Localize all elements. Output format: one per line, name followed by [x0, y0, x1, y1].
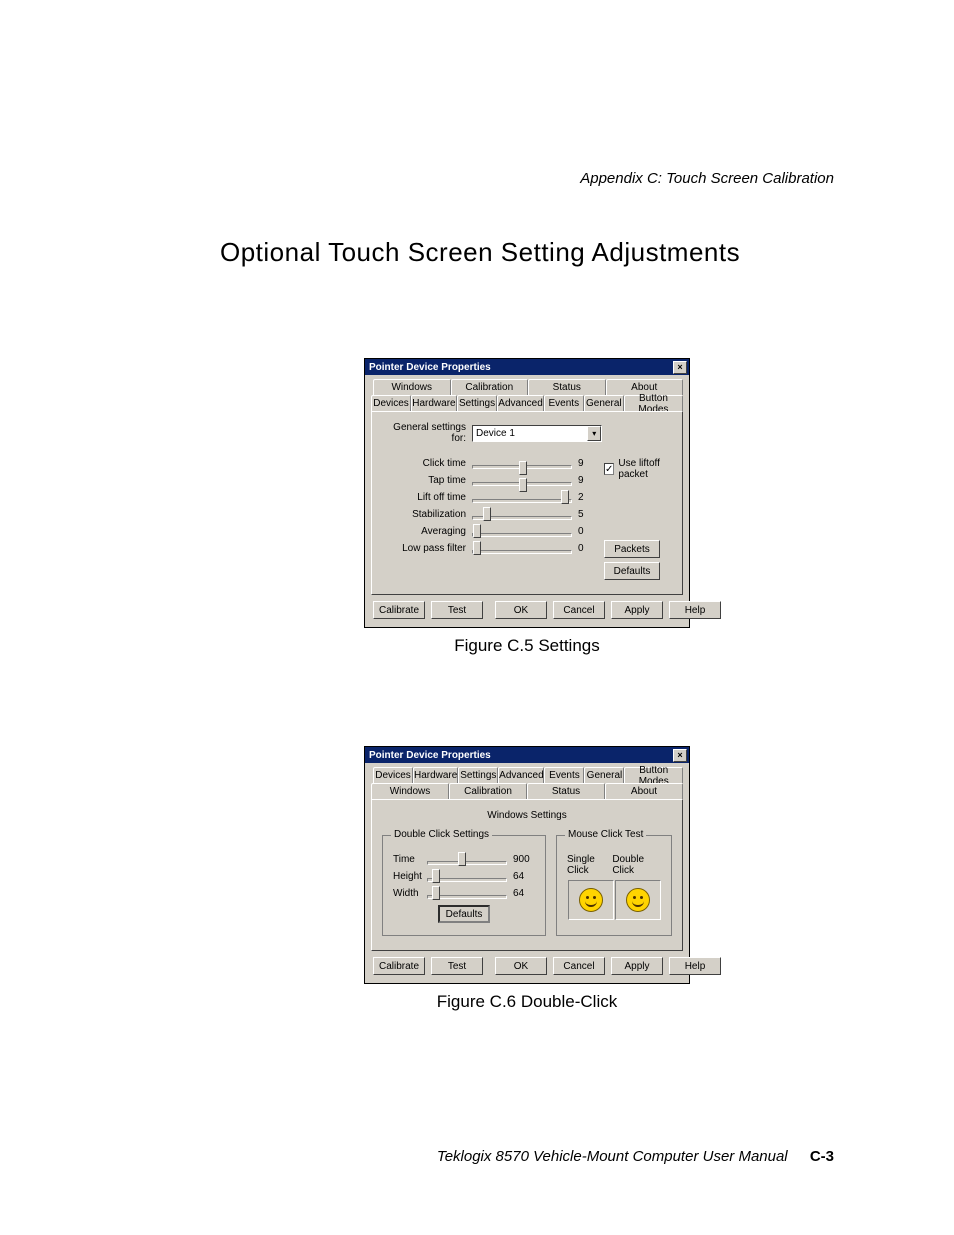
slider-averaging[interactable] [472, 533, 572, 537]
ok-button[interactable]: OK [495, 601, 547, 619]
slider-value: 9 [578, 458, 600, 469]
defaults-button[interactable]: Defaults [438, 905, 490, 923]
defaults-button[interactable]: Defaults [604, 562, 660, 580]
slider-label: Averaging [382, 526, 472, 537]
smiley-icon [579, 888, 603, 912]
titlebar: Pointer Device Properties × [365, 747, 689, 763]
slider-label: Lift off time [382, 492, 472, 503]
slider-label: Time [393, 854, 427, 865]
single-click-test[interactable] [568, 880, 614, 920]
slider-value: 64 [513, 871, 535, 882]
apply-button[interactable]: Apply [611, 957, 663, 975]
test-button[interactable]: Test [431, 601, 483, 619]
tab-advanced[interactable]: Advanced [498, 767, 544, 783]
cancel-button[interactable]: Cancel [553, 957, 605, 975]
dialog-doubleclick: Pointer Device Properties × Devices Hard… [364, 746, 690, 984]
help-button[interactable]: Help [669, 601, 721, 619]
slider-label: Low pass filter [382, 543, 472, 554]
ok-button[interactable]: OK [495, 957, 547, 975]
tab-general[interactable]: General [584, 767, 624, 783]
calibrate-button[interactable]: Calibrate [373, 601, 425, 619]
chevron-down-icon[interactable]: ▾ [587, 426, 601, 441]
slider-label: Width [393, 888, 427, 899]
use-liftoff-label: Use liftoff packet [618, 458, 672, 480]
page-number: C-3 [810, 1148, 834, 1165]
section-heading: Optional Touch Screen Setting Adjustment… [220, 237, 834, 268]
slider-label: Click time [382, 458, 472, 469]
footer-text: Teklogix 8570 Vehicle-Mount Computer Use… [437, 1148, 788, 1165]
figure-caption-settings: Figure C.5 Settings [220, 636, 834, 656]
tab-status[interactable]: Status [528, 379, 606, 395]
slider-value: 5 [578, 509, 600, 520]
slider-height[interactable] [427, 878, 507, 882]
slider-value: 0 [578, 526, 600, 537]
device-value[interactable] [473, 428, 587, 439]
tab-general[interactable]: General [584, 395, 624, 411]
tab-button-modes[interactable]: Button Modes [624, 767, 683, 783]
mouse-click-test-group: Mouse Click Test Single Click Double Cli… [556, 835, 672, 936]
device-combobox[interactable]: ▾ [472, 425, 602, 442]
windows-settings-subtitle: Windows Settings [382, 810, 672, 821]
packets-button[interactable]: Packets [604, 540, 660, 558]
slider-liftoff-time[interactable] [472, 499, 572, 503]
tab-advanced[interactable]: Advanced [497, 395, 544, 411]
single-click-label: Single Click [567, 854, 612, 876]
smiley-icon [626, 888, 650, 912]
tab-devices[interactable]: Devices [373, 767, 413, 783]
page-footer: Teklogix 8570 Vehicle-Mount Computer Use… [437, 1148, 834, 1165]
tab-calibration[interactable]: Calibration [449, 783, 527, 799]
titlebar: Pointer Device Properties × [365, 359, 689, 375]
slider-click-time[interactable] [472, 465, 572, 469]
settings-for-label: General settings for: [382, 422, 472, 444]
page-header-context: Appendix C: Touch Screen Calibration [220, 170, 834, 187]
close-icon[interactable]: × [673, 749, 687, 762]
slider-label: Stabilization [382, 509, 472, 520]
tab-hardware[interactable]: Hardware [413, 767, 458, 783]
figure-caption-doubleclick: Figure C.6 Double-Click [220, 992, 834, 1012]
slider-value: 9 [578, 475, 600, 486]
slider-width[interactable] [427, 895, 507, 899]
double-click-settings-group: Double Click Settings Time900 Height64 W… [382, 835, 546, 936]
tab-devices[interactable]: Devices [371, 395, 411, 411]
slider-stabilization[interactable] [472, 516, 572, 520]
tab-calibration[interactable]: Calibration [451, 379, 529, 395]
group-legend: Double Click Settings [391, 829, 492, 840]
window-title: Pointer Device Properties [369, 750, 491, 761]
cancel-button[interactable]: Cancel [553, 601, 605, 619]
slider-label: Tap time [382, 475, 472, 486]
group-legend: Mouse Click Test [565, 829, 646, 840]
tab-button-modes[interactable]: Button Modes [624, 395, 683, 411]
slider-label: Height [393, 871, 427, 882]
slider-value: 64 [513, 888, 535, 899]
tab-hardware[interactable]: Hardware [411, 395, 457, 411]
tab-events[interactable]: Events [544, 767, 584, 783]
test-button[interactable]: Test [431, 957, 483, 975]
double-click-test[interactable] [615, 880, 661, 920]
help-button[interactable]: Help [669, 957, 721, 975]
tab-windows[interactable]: Windows [371, 783, 449, 799]
double-click-label: Double Click [612, 854, 661, 876]
apply-button[interactable]: Apply [611, 601, 663, 619]
use-liftoff-checkbox[interactable]: ✓ Use liftoff packet [604, 458, 672, 480]
slider-lowpass[interactable] [472, 550, 572, 554]
slider-value: 900 [513, 854, 535, 865]
tab-events[interactable]: Events [544, 395, 584, 411]
window-title: Pointer Device Properties [369, 362, 491, 373]
tab-about[interactable]: About [605, 783, 683, 799]
calibrate-button[interactable]: Calibrate [373, 957, 425, 975]
tab-windows[interactable]: Windows [373, 379, 451, 395]
close-icon[interactable]: × [673, 361, 687, 374]
slider-value: 2 [578, 492, 600, 503]
tab-settings[interactable]: Settings [458, 767, 498, 783]
slider-tap-time[interactable] [472, 482, 572, 486]
tab-settings[interactable]: Settings [457, 395, 497, 411]
tab-status[interactable]: Status [527, 783, 605, 799]
slider-value: 0 [578, 543, 600, 554]
dialog-settings: Pointer Device Properties × Windows Cali… [364, 358, 690, 628]
slider-time[interactable] [427, 861, 507, 865]
